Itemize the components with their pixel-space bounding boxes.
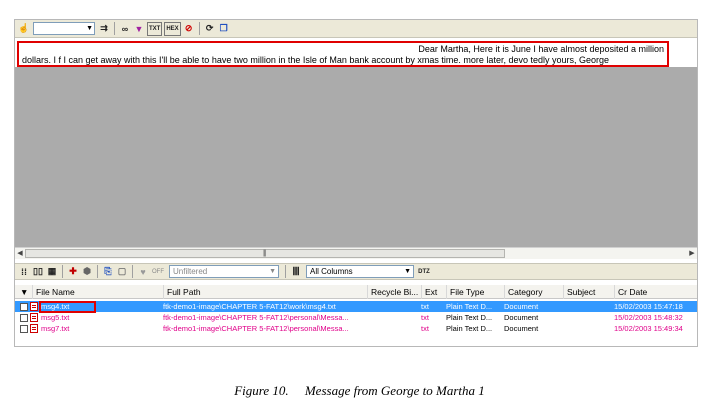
column-header-ext[interactable]: Ext bbox=[422, 284, 447, 299]
columns-select-value: All Columns bbox=[310, 267, 353, 276]
message-line-1: Dear Martha, Here it is June I have almo… bbox=[418, 44, 664, 54]
hex-view-icon[interactable]: HEX bbox=[164, 21, 181, 36]
list-toolbar: ⁞⁞ ▯▯ ▦ ✚ ⬢ ⎘ ▢ ♥ OFF Unfiltered ▼ Ⅲ All… bbox=[15, 263, 697, 280]
cell-subject bbox=[560, 323, 611, 334]
scroll-left-icon[interactable]: ◀ bbox=[15, 248, 25, 259]
cell-category: Document bbox=[504, 324, 539, 333]
cell-ext: txt bbox=[421, 324, 429, 333]
cell-recycle-bin bbox=[364, 301, 418, 312]
text-view-icon[interactable]: TXT bbox=[147, 21, 163, 36]
cell-cr-date: 15/02/2003 15:47:18 bbox=[614, 302, 683, 311]
figure-caption: Figure 10. Message from George to Martha… bbox=[234, 383, 485, 398]
cell-file-type: Plain Text D... bbox=[446, 302, 493, 311]
cell-file-type: Plain Text D... bbox=[446, 324, 493, 333]
row-checkbox[interactable] bbox=[20, 302, 28, 311]
refresh-icon[interactable]: ⟳ bbox=[204, 22, 216, 36]
sort-indicator-icon[interactable]: ▼ bbox=[15, 284, 33, 299]
cell-ext: txt bbox=[421, 302, 429, 311]
toolbar-divider bbox=[114, 22, 115, 35]
column-header-category[interactable]: Category bbox=[505, 284, 564, 299]
cell-cr-date: 15/02/2003 15:48:32 bbox=[614, 313, 683, 322]
chevron-down-icon[interactable]: ▼ bbox=[86, 23, 93, 34]
cell-ext: txt bbox=[421, 313, 429, 322]
row-checkbox[interactable] bbox=[20, 313, 28, 322]
cell-file-name: msg7.txt bbox=[41, 324, 70, 333]
copy-icon[interactable]: ❐ bbox=[218, 22, 230, 36]
cell-recycle-bin bbox=[364, 312, 418, 323]
split-view-icon[interactable]: ▯▯ bbox=[32, 265, 44, 279]
column-header-subject[interactable]: Subject bbox=[564, 284, 615, 299]
toolbar-divider bbox=[132, 265, 133, 278]
horizontal-scrollbar[interactable]: ◀ ||| ▶ bbox=[15, 247, 697, 259]
chevron-down-icon[interactable]: ▼ bbox=[404, 266, 411, 277]
toolbar-divider bbox=[62, 265, 63, 278]
cell-subject bbox=[560, 301, 611, 312]
table-row[interactable]: msg7.txt ftk-demo1-image\CHAPTER 5-FAT12… bbox=[15, 323, 697, 334]
cell-file-name: msg5.txt bbox=[41, 313, 70, 322]
columns-select[interactable]: All Columns ▼ bbox=[306, 265, 414, 278]
column-settings-icon[interactable]: Ⅲ bbox=[290, 265, 302, 279]
scroll-right-icon[interactable]: ▶ bbox=[687, 248, 697, 259]
column-header-cr-date[interactable]: Cr Date bbox=[615, 285, 695, 299]
dtz-button[interactable]: DTZ bbox=[418, 265, 430, 279]
text-file-icon bbox=[30, 313, 38, 322]
table-row[interactable]: msg4.txt ftk-demo1-image\CHAPTER 5-FAT12… bbox=[15, 301, 697, 313]
filter-select[interactable]: Unfiltered ▼ bbox=[169, 265, 279, 278]
scroll-thumb[interactable]: ||| bbox=[25, 249, 505, 258]
stop-icon[interactable]: ⊘ bbox=[183, 22, 195, 36]
cell-full-path: ftk-demo1-image\CHAPTER 5-FAT12\personal… bbox=[163, 324, 349, 333]
cell-full-path: ftk-demo1-image\CHAPTER 5-FAT12\work\msg… bbox=[163, 302, 336, 311]
bookmark-add-icon[interactable]: ✚ bbox=[67, 265, 79, 279]
heart-filter-icon[interactable]: ♥ bbox=[137, 265, 149, 279]
grip-icon: ||| bbox=[263, 250, 267, 257]
filter-select-value: Unfiltered bbox=[173, 267, 208, 276]
column-header-recycle-bin[interactable]: Recycle Bi... bbox=[368, 284, 422, 299]
filter-icon[interactable]: ▼ bbox=[133, 22, 145, 36]
chevron-down-icon[interactable]: ▼ bbox=[269, 266, 276, 277]
cell-cr-date: 15/02/2003 15:49:34 bbox=[614, 324, 683, 333]
viewer-empty-area bbox=[15, 67, 697, 247]
column-header-full-path[interactable]: Full Path bbox=[164, 284, 368, 299]
cell-full-path: ftk-demo1-image\CHAPTER 5-FAT12\personal… bbox=[163, 313, 349, 322]
text-file-icon bbox=[30, 302, 38, 311]
table-header: ▼ File Name Full Path Recycle Bi... Ext … bbox=[15, 284, 697, 299]
column-header-file-name[interactable]: File Name bbox=[33, 284, 164, 299]
ftk-window: ☝ ▼ ⇉ ∞ ▼ TXT HEX ⊘ ⟳ ❐ Dear Martha, Her… bbox=[14, 19, 698, 347]
hand-icon[interactable]: ☝ bbox=[18, 22, 30, 36]
search-combo[interactable]: ▼ bbox=[33, 22, 95, 35]
glasses-icon[interactable]: ∞ bbox=[119, 22, 131, 36]
toolbar-divider bbox=[285, 265, 286, 278]
cell-recycle-bin bbox=[364, 323, 418, 334]
text-file-icon bbox=[30, 324, 38, 333]
viewer-toolbar: ☝ ▼ ⇉ ∞ ▼ TXT HEX ⊘ ⟳ ❐ bbox=[15, 20, 697, 38]
cell-category: Document bbox=[504, 313, 539, 322]
export-icon[interactable]: ⎘ bbox=[102, 265, 114, 279]
toolbar-divider bbox=[198, 22, 200, 35]
cell-file-type: Plain Text D... bbox=[446, 313, 493, 322]
message-line-2: dollars. I f I can get away with this I'… bbox=[22, 55, 610, 65]
document-icon[interactable]: ▢ bbox=[116, 265, 128, 279]
columns-icon[interactable]: ⁞⁞ bbox=[18, 265, 30, 279]
bookmark-icon[interactable]: ⬢ bbox=[81, 265, 93, 279]
filter-off-label: OFF bbox=[152, 268, 164, 275]
row-checkbox[interactable] bbox=[20, 324, 28, 333]
column-header-file-type[interactable]: File Type bbox=[447, 284, 505, 299]
find-next-icon[interactable]: ⇉ bbox=[98, 22, 110, 36]
grid-view-icon[interactable]: ▦ bbox=[46, 265, 58, 279]
highlighted-message: Dear Martha, Here it is June I have almo… bbox=[17, 41, 669, 67]
table-row[interactable]: msg5.txt ftk-demo1-image\CHAPTER 5-FAT12… bbox=[15, 312, 697, 323]
toolbar-divider bbox=[97, 265, 98, 278]
cell-subject bbox=[560, 312, 611, 323]
cell-category: Document bbox=[504, 302, 539, 311]
